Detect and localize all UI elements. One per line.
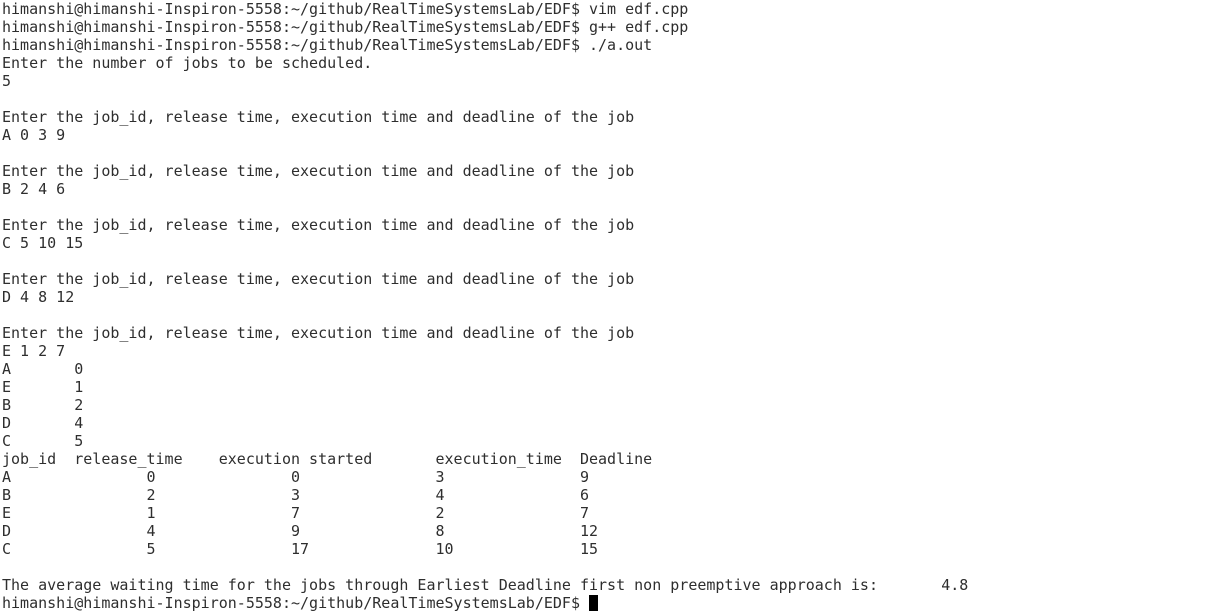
table-row: C 5 17 10 15	[2, 540, 599, 558]
table-row: B 2 3 4 6	[2, 486, 589, 504]
output-line: B 2 4 6	[2, 180, 66, 198]
output-line: Enter the number of jobs to be scheduled…	[2, 54, 373, 72]
output-line: Enter the job_id, release time, executio…	[2, 216, 635, 234]
terminal-output: himanshi@himanshi-Inspiron-5558:~/github…	[2, 0, 1208, 594]
output-line: himanshi@himanshi-Inspiron-5558:~/github…	[2, 36, 653, 54]
terminal-window[interactable]: himanshi@himanshi-Inspiron-5558:~/github…	[0, 0, 1208, 615]
table-header-line: job_id release_time execution started ex…	[2, 450, 653, 468]
output-line: B 2	[2, 396, 84, 414]
output-line: E 1	[2, 378, 84, 396]
output-line: 5	[2, 72, 12, 90]
output-line: C 5	[2, 432, 84, 450]
table-row: A 0 0 3 9	[2, 468, 589, 486]
output-line: himanshi@himanshi-Inspiron-5558:~/github…	[2, 18, 689, 36]
output-line: himanshi@himanshi-Inspiron-5558:~/github…	[2, 0, 689, 18]
table-row: E 1 7 2 7	[2, 504, 589, 522]
command-prompt-line[interactable]: himanshi@himanshi-Inspiron-5558:~/github…	[2, 594, 1208, 612]
output-line: Enter the job_id, release time, executio…	[2, 108, 635, 126]
output-line: E 1 2 7	[2, 342, 66, 360]
result-line: The average waiting time for the jobs th…	[2, 576, 969, 594]
text-cursor	[589, 595, 598, 611]
output-line: A 0	[2, 360, 84, 378]
output-line: Enter the job_id, release time, executio…	[2, 270, 635, 288]
output-line: Enter the job_id, release time, executio…	[2, 324, 635, 342]
output-line: A 0 3 9	[2, 126, 66, 144]
table-row: D 4 9 8 12	[2, 522, 599, 540]
output-line: D 4	[2, 414, 84, 432]
output-line: D 4 8 12	[2, 288, 75, 306]
output-line: Enter the job_id, release time, executio…	[2, 162, 635, 180]
output-line: C 5 10 15	[2, 234, 84, 252]
shell-prompt: himanshi@himanshi-Inspiron-5558:~/github…	[2, 594, 589, 612]
